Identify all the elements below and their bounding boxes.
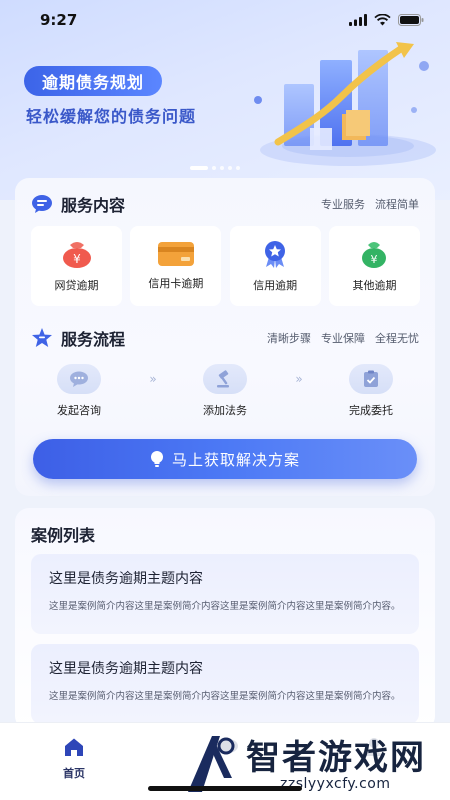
step-arrow-icon: »	[149, 372, 156, 386]
process-title: 服务流程	[61, 330, 126, 349]
service-label: 其他逾期	[352, 279, 397, 292]
step-consult: 发起咨询	[43, 364, 115, 418]
service-credit-card[interactable]: 信用卡逾期	[130, 226, 222, 306]
svg-text:¥: ¥	[73, 252, 81, 266]
services-tag: 专业服务	[321, 198, 365, 211]
service-online-loan[interactable]: ¥ 网贷逾期	[31, 226, 122, 306]
star-badge-icon	[32, 328, 52, 347]
step-label: 发起咨询	[57, 404, 101, 417]
services-tags: 专业服务 流程简单	[321, 196, 419, 212]
chat-bubble-icon	[32, 195, 52, 213]
home-indicator	[148, 786, 302, 791]
service-other[interactable]: ¥ 其他逾期	[328, 226, 420, 306]
process-tag: 专业保障	[321, 332, 365, 345]
service-label: 信用逾期	[253, 279, 298, 292]
process-header: 服务流程	[31, 326, 125, 350]
case-item[interactable]: 这里是债务逾期主题内容 这里是案例简介内容这里是案例简介内容这里是案例简介内容这…	[31, 644, 419, 724]
step-add-legal: 添加法务	[189, 364, 261, 418]
wifi-icon	[374, 14, 391, 26]
step-complete: 完成委托	[335, 364, 407, 418]
watermark-title: 智者游戏网	[246, 738, 426, 778]
step-arrow-icon: »	[295, 372, 302, 386]
tab-home-label: 首页	[63, 767, 85, 780]
get-solution-button[interactable]: 马上获取解决方案	[33, 439, 417, 479]
hero-banner[interactable]: 9:27 逾期债务规划 轻松缓解您的债务问题	[0, 0, 450, 200]
process-steps: 发起咨询 » 添加法务 » 完成委托	[43, 364, 407, 420]
service-label: 信用卡逾期	[148, 277, 204, 290]
process-tags: 清晰步骤 专业保障 全程无忧	[267, 330, 419, 346]
step-label: 完成委托	[349, 404, 393, 417]
case-title: 这里是债务逾期主题内容	[49, 661, 203, 677]
signal-icon	[349, 14, 367, 26]
step-label: 添加法务	[203, 404, 247, 417]
svg-text:¥: ¥	[371, 253, 378, 266]
status-icons	[349, 14, 424, 26]
case-item[interactable]: 这里是债务逾期主题内容 这里是案例简介内容这里是案例简介内容这里是案例简介内容这…	[31, 554, 419, 634]
services-tag: 流程简单	[375, 198, 419, 211]
medal-icon	[265, 241, 286, 268]
money-bag-icon: ¥	[62, 242, 91, 268]
service-label: 网贷逾期	[54, 279, 99, 292]
credit-card-icon	[157, 242, 194, 266]
carousel-indicator[interactable]	[190, 166, 240, 170]
service-credit[interactable]: 信用逾期	[229, 226, 321, 306]
home-icon	[65, 738, 83, 756]
process-tag: 清晰步骤	[267, 332, 311, 345]
case-description: 这里是案例简介内容这里是案例简介内容这里是案例简介内容这里是案例简介内容。	[49, 601, 401, 612]
clipboard-check-icon	[364, 370, 378, 387]
gavel-icon	[217, 370, 229, 388]
cases-title: 案例列表	[31, 526, 96, 545]
status-bar: 9:27	[0, 0, 450, 40]
case-title: 这里是债务逾期主题内容	[49, 571, 203, 587]
process-tag: 全程无忧	[375, 332, 419, 345]
tab-home[interactable]: 首页	[52, 737, 96, 781]
case-description: 这里是案例简介内容这里是案例简介内容这里是案例简介内容这里是案例简介内容。	[49, 691, 401, 702]
battery-icon	[398, 14, 424, 26]
growth-chart-illustration	[254, 42, 436, 166]
service-grid: ¥ 网贷逾期 信用卡逾期 信用逾期 ¥ 其他逾期	[31, 226, 420, 306]
status-time: 9:27	[40, 11, 78, 29]
services-header: 服务内容	[31, 192, 125, 216]
get-solution-label: 马上获取解决方案	[171, 450, 300, 469]
hero-title: 逾期债务规划	[24, 66, 163, 96]
hero-subtitle: 轻松缓解您的债务问题	[26, 107, 197, 126]
chat-icon	[70, 371, 88, 387]
case-list-card: 案例列表 这里是债务逾期主题内容 这里是案例简介内容这里是案例简介内容这里是案例…	[15, 508, 435, 730]
service-card: 服务内容 专业服务 流程简单 ¥ 网贷逾期 信用卡逾期 信用逾期 ¥ 其他逾期 …	[15, 178, 435, 496]
green-money-bag-icon: ¥	[362, 242, 387, 268]
lightbulb-icon	[150, 451, 163, 467]
services-title: 服务内容	[61, 196, 126, 215]
